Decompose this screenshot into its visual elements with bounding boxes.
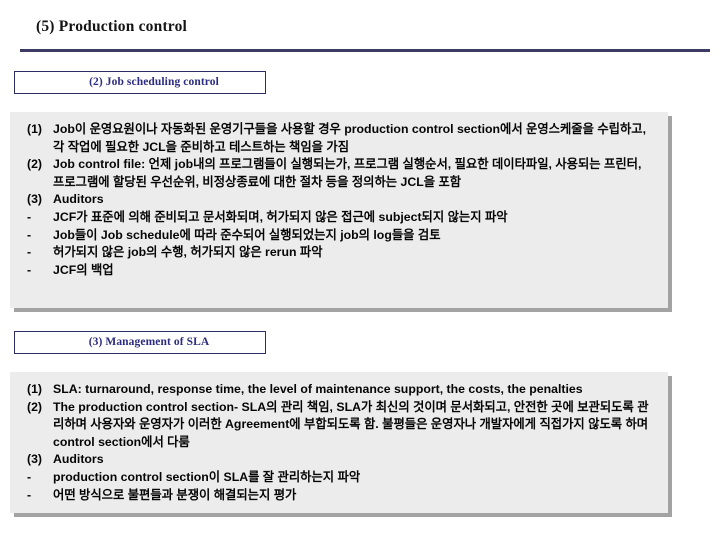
- list-item-marker: (2): [27, 157, 43, 172]
- list-item: - Job들이 Job schedule에 따라 준수되어 실행되었는지 job…: [10, 227, 668, 245]
- list-item-marker: (1): [27, 382, 43, 396]
- list-item-marker: (3): [27, 192, 43, 207]
- list-item-text: 허가되지 않은 job의 수행, 허가되지 않은 rerun 파악: [53, 245, 323, 260]
- list-item: (2) The production control section- SLA의…: [10, 399, 668, 452]
- list-item: (3) Auditors: [10, 191, 668, 209]
- list-item: (1) SLA: turnaround, response time, the …: [10, 381, 668, 399]
- list-item-text: 어떤 방식으로 불편들과 분쟁이 해결되는지 평가: [53, 487, 297, 502]
- list-item-text: Job들이 Job schedule에 따라 준수되어 실행되었는지 job의 …: [53, 227, 441, 242]
- list-item-marker: -: [27, 209, 32, 224]
- list-item-marker: (1): [27, 122, 43, 136]
- list-item-text: JCF가 표준에 의해 준비되고 문서화되며, 허가되지 않은 접근에 subj…: [53, 209, 508, 224]
- list-item-text: Job control file: 언제 job내의 프로그램들이 실행되는가,…: [53, 157, 642, 189]
- list-item-text: The production control section- SLA의 관리 …: [53, 399, 649, 449]
- list-item: - 어떤 방식으로 불편들과 분쟁이 해결되는지 평가: [10, 487, 668, 505]
- list-item-marker: (2): [27, 399, 43, 414]
- list-item: - JCF가 표준에 의해 준비되고 문서화되며, 허가되지 않은 접근에 su…: [10, 209, 668, 227]
- list-item-marker: -: [27, 262, 32, 277]
- content-box-job-scheduling-control: (1) Job이 운영요원이나 자동화된 운영기구들을 사용할 경우 produ…: [10, 112, 668, 308]
- list-item: (1) Job이 운영요원이나 자동화된 운영기구들을 사용할 경우 produ…: [10, 121, 668, 156]
- list-item-marker: -: [27, 245, 32, 260]
- list-item-text: production control section이 SLA를 잘 관리하는지…: [53, 469, 361, 484]
- list-item: - production control section이 SLA를 잘 관리하…: [10, 469, 668, 487]
- content-box-management-of-sla: (1) SLA: turnaround, response time, the …: [10, 372, 668, 513]
- list-item-marker: (3): [27, 452, 43, 467]
- list-item: (2) Job control file: 언제 job내의 프로그램들이 실행…: [10, 156, 668, 191]
- list-item-text: Job이 운영요원이나 자동화된 운영기구들을 사용할 경우 productio…: [53, 122, 647, 154]
- list-item-marker: -: [27, 469, 32, 484]
- slide-title: (5) Production control: [36, 18, 188, 35]
- list-item: - 허가되지 않은 job의 수행, 허가되지 않은 rerun 파악: [10, 244, 668, 262]
- content-list-job-scheduling-control: (1) Job이 운영요원이나 자동화된 운영기구들을 사용할 경우 produ…: [10, 112, 668, 279]
- list-item-marker: -: [27, 487, 32, 502]
- list-item-text: Auditors: [53, 452, 104, 467]
- section-header-job-scheduling-control: (2) Job scheduling control: [14, 71, 266, 94]
- section-header-management-of-sla: (3) Management of SLA: [14, 331, 266, 354]
- list-item: (3) Auditors: [10, 451, 668, 469]
- slide-bottom-edge: [0, 524, 720, 540]
- list-item-text: JCF의 백업: [53, 262, 114, 277]
- list-item-marker: -: [27, 227, 32, 242]
- list-item-text: Auditors: [53, 192, 104, 207]
- list-item: - JCF의 백업: [10, 262, 668, 280]
- content-list-management-of-sla: (1) SLA: turnaround, response time, the …: [10, 372, 668, 504]
- list-item-text: SLA: turnaround, response time, the leve…: [53, 382, 583, 396]
- title-divider-rule: [20, 49, 710, 52]
